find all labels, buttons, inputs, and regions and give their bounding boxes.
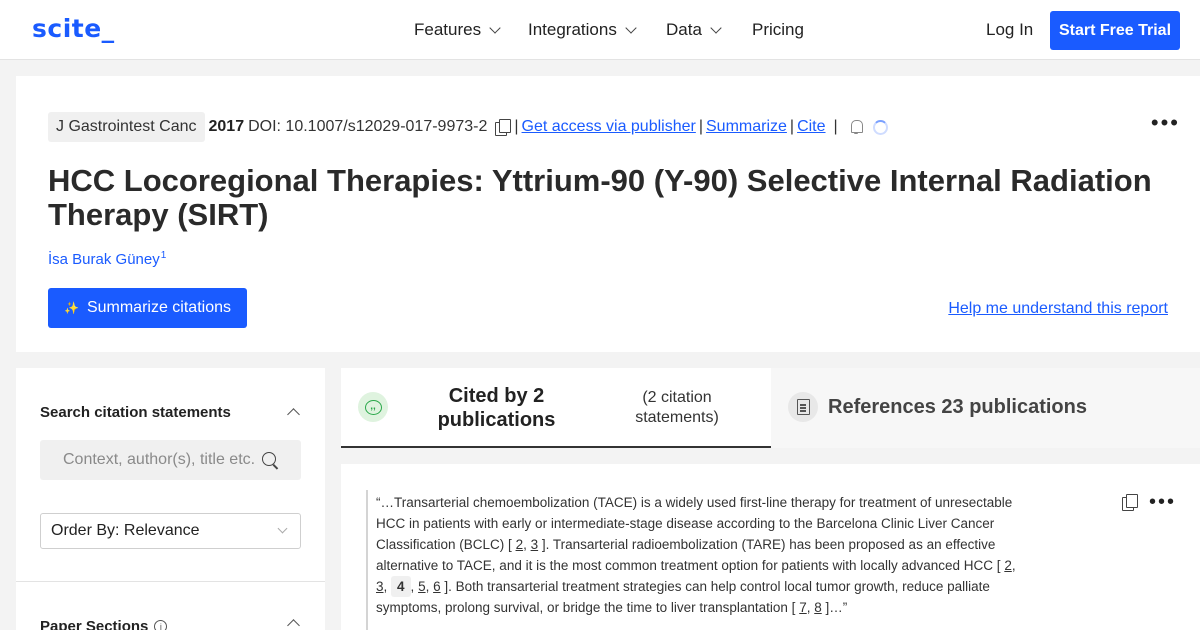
reference-link[interactable]: 2 bbox=[516, 537, 524, 552]
nav-integrations-label: Integrations bbox=[528, 20, 617, 39]
reference-link[interactable]: 8 bbox=[814, 600, 822, 615]
reference-link[interactable]: 3 bbox=[531, 537, 539, 552]
order-by-value: Order By: Relevance bbox=[51, 522, 200, 539]
paper-sections-header: Paper Sections i bbox=[40, 618, 168, 630]
separator: | bbox=[698, 118, 703, 135]
nav-data[interactable]: Data bbox=[666, 20, 722, 40]
nav-features[interactable]: Features bbox=[414, 20, 501, 40]
top-navbar: scite_ Features Integrations Data Pricin… bbox=[0, 0, 1200, 60]
citation-search-input[interactable] bbox=[63, 451, 263, 469]
nav-data-label: Data bbox=[666, 20, 702, 39]
login-link[interactable]: Log In bbox=[986, 20, 1033, 40]
chevron-up-icon[interactable] bbox=[287, 619, 300, 630]
get-access-link[interactable]: Get access via publisher bbox=[522, 118, 696, 136]
citation-text: “…Transarterial chemoembolization (TACE)… bbox=[376, 495, 1016, 615]
reference-link[interactable]: 6 bbox=[433, 579, 441, 594]
copy-icon[interactable] bbox=[495, 119, 512, 136]
tab-references[interactable]: References 23 publications bbox=[771, 368, 1200, 448]
nav-pricing-label: Pricing bbox=[752, 20, 804, 39]
reference-link[interactable]: 5 bbox=[418, 579, 426, 594]
chevron-down-icon bbox=[625, 21, 637, 34]
citation-search-box bbox=[40, 440, 301, 480]
citation-text-segment: ]…” bbox=[825, 600, 848, 615]
divider bbox=[16, 581, 325, 582]
paper-title: HCC Locoregional Therapies: Yttrium-90 (… bbox=[48, 163, 1152, 232]
citation-statements-count: (2 citation statements) bbox=[635, 389, 719, 426]
separator: | bbox=[514, 118, 519, 135]
nav-pricing[interactable]: Pricing bbox=[752, 20, 804, 40]
chevron-down-icon bbox=[489, 21, 501, 34]
quote-bar bbox=[366, 490, 368, 630]
more-options-icon[interactable]: ••• bbox=[1151, 112, 1180, 134]
paper-sections-title: Paper Sections bbox=[40, 618, 149, 630]
reference-link[interactable]: 2 bbox=[1004, 558, 1012, 573]
start-free-trial-button[interactable]: Start Free Trial bbox=[1050, 11, 1180, 50]
author-affiliation-number: 1 bbox=[160, 250, 167, 261]
copy-citation-icon[interactable] bbox=[1122, 494, 1138, 511]
author-link[interactable]: İsa Burak Güney1 bbox=[48, 250, 166, 268]
help-understand-link[interactable]: Help me understand this report bbox=[948, 300, 1168, 318]
cited-by-label: Cited by 2 publications bbox=[437, 385, 556, 431]
citation-statement-card: “…Transarterial chemoembolization (TACE)… bbox=[341, 464, 1200, 630]
loading-spinner-icon bbox=[872, 119, 888, 135]
cite-link[interactable]: Cite bbox=[797, 118, 825, 136]
highlighted-reference[interactable]: 4 bbox=[391, 576, 411, 597]
summarize-citations-button[interactable]: ✨ Summarize citations bbox=[48, 288, 247, 328]
document-icon bbox=[788, 392, 818, 422]
separator: | bbox=[789, 118, 795, 135]
search-icon[interactable] bbox=[262, 452, 276, 466]
quote-bubble-glyph: ,, bbox=[364, 399, 382, 415]
reference-link[interactable]: 3 bbox=[376, 579, 384, 594]
summarize-citations-label: Summarize citations bbox=[86, 299, 231, 316]
search-section-title: Search citation statements bbox=[40, 404, 231, 421]
order-by-select[interactable]: Order By: Relevance bbox=[40, 513, 301, 549]
more-options-icon[interactable]: ••• bbox=[1149, 492, 1176, 512]
info-icon[interactable]: i bbox=[154, 620, 168, 630]
chevron-down-icon bbox=[277, 523, 288, 534]
references-label: References 23 publications bbox=[828, 396, 1087, 418]
chevron-up-icon[interactable] bbox=[287, 408, 300, 421]
nav-integrations[interactable]: Integrations bbox=[528, 20, 637, 40]
paper-meta-row: J Gastrointest Canc 2017 DOI: 10.1007/s1… bbox=[48, 112, 888, 142]
separator: | bbox=[833, 118, 838, 135]
reference-link[interactable]: 7 bbox=[799, 600, 807, 615]
chevron-down-icon bbox=[710, 21, 722, 34]
journal-badge: J Gastrointest Canc bbox=[48, 112, 205, 142]
publication-year: 2017 bbox=[208, 118, 245, 135]
doi-text: DOI: 10.1007/s12029-017-9973-2 bbox=[248, 118, 488, 135]
bell-icon[interactable] bbox=[849, 119, 863, 135]
author-name: İsa Burak Güney bbox=[48, 251, 160, 268]
scite-logo[interactable]: scite_ bbox=[32, 14, 115, 43]
citation-text-segment: ]. Both transarterial treatment strategi… bbox=[376, 579, 990, 615]
citation-filter-sidebar: Search citation statements Order By: Rel… bbox=[16, 368, 325, 630]
nav-features-label: Features bbox=[414, 20, 482, 39]
paper-header-card: J Gastrointest Canc 2017 DOI: 10.1007/s1… bbox=[16, 76, 1200, 352]
magic-wand-icon: ✨ bbox=[64, 301, 79, 315]
quote-icon: ,, bbox=[358, 392, 388, 422]
citation-tabs: ,, Cited by 2 publications (2 citation s… bbox=[341, 368, 1200, 448]
summarize-link[interactable]: Summarize bbox=[706, 118, 787, 136]
tab-cited-by[interactable]: ,, Cited by 2 publications (2 citation s… bbox=[341, 368, 771, 448]
